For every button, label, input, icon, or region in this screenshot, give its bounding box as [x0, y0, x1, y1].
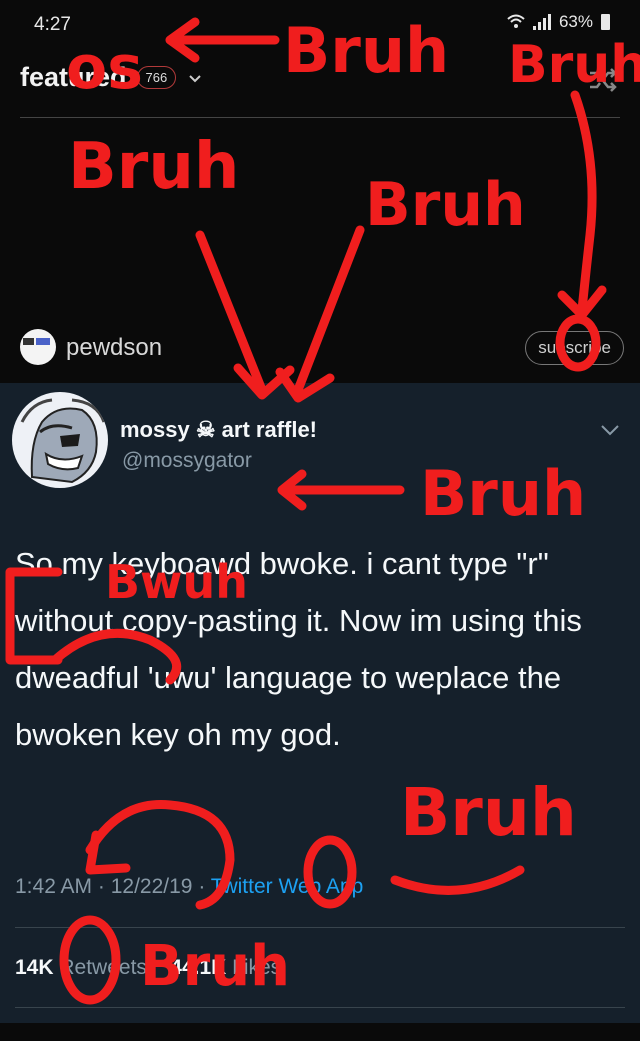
bottom-strip — [0, 1023, 640, 1041]
tweet-card: mossy ☠ art raffle! @mossygator So my ke… — [0, 383, 640, 1023]
like-count[interactable]: 44.1K — [170, 956, 226, 979]
wifi-icon — [507, 14, 525, 28]
scribble-line — [570, 90, 597, 315]
signal-icon — [532, 14, 551, 30]
retweets-label[interactable]: Retweets — [59, 956, 147, 979]
tweet-divider — [15, 1007, 625, 1008]
system-icons: 63% — [507, 12, 610, 32]
section-title: featured — [20, 62, 127, 92]
scribble-word: Bruh — [68, 130, 239, 204]
battery-percent: 63% — [558, 12, 593, 31]
tweet-divider — [15, 927, 625, 928]
scribble-word: Bruh — [365, 170, 526, 240]
status-bar: 4:27 63% — [0, 0, 640, 50]
featured-tab[interactable]: featured 766 — [20, 62, 204, 93]
scribble-arrowhead — [557, 285, 607, 320]
tweet-metadata: 1:42 AM · 12/22/19 · Twitter Web App — [15, 875, 364, 898]
subscribe-button[interactable]: subscribe — [525, 331, 624, 365]
shuffle-icon[interactable] — [588, 66, 618, 94]
chevron-down-icon[interactable] — [600, 423, 620, 437]
tweet-display-name[interactable]: mossy ☠ art raffle! — [120, 417, 317, 443]
tweet-handle[interactable]: @mossygator — [122, 449, 252, 473]
status-time: 4:27 — [34, 14, 71, 35]
post-author-bar: pewdson subscribe — [20, 323, 624, 373]
tweet-stats: 14K Retweets 44.1K Likes — [15, 956, 281, 980]
count-badge: 766 — [136, 66, 177, 89]
author-avatar[interactable] — [20, 329, 56, 365]
tweet-date: 12/22/19 — [110, 875, 193, 898]
tweet-time: 1:42 AM — [15, 875, 93, 898]
likes-label[interactable]: Likes — [232, 956, 281, 979]
chevron-down-icon — [189, 74, 201, 82]
tweet-avatar[interactable] — [12, 392, 108, 488]
avatar-drawing — [20, 398, 106, 484]
header-divider — [20, 117, 620, 118]
tweet-client-link[interactable]: Twitter Web App — [211, 875, 364, 898]
battery-icon — [601, 14, 610, 30]
author-name[interactable]: pewdson — [66, 334, 162, 362]
retweet-count[interactable]: 14K — [15, 956, 54, 979]
tweet-text: So my keyboawd bwoke. i cant type "r" wi… — [15, 546, 582, 752]
